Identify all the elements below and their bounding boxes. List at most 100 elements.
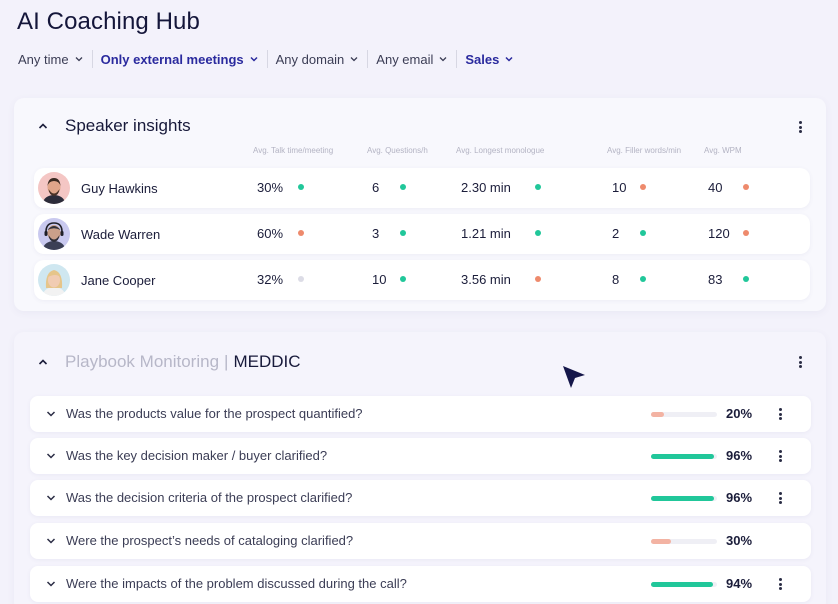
chevron-up-icon[interactable]	[36, 119, 50, 133]
speaker-insights-title: Speaker insights	[65, 116, 191, 135]
speaker-row[interactable]: Guy Hawkins 30% 6 2.30 min 10 40	[34, 168, 810, 208]
avatar	[38, 172, 70, 204]
filler-status-dot	[640, 276, 646, 282]
speaker-insights-header: Speaker insights	[36, 116, 191, 136]
monologue-value: 2.30 min	[461, 180, 511, 195]
avatar	[38, 218, 70, 250]
questions-value: 3	[372, 226, 380, 241]
chevron-down-icon[interactable]	[46, 410, 56, 418]
speaker-row[interactable]: Wade Warren 60% 3 1.21 min 2 120	[34, 214, 810, 254]
questions-value: 10	[372, 272, 387, 287]
talk-time-value: 60%	[257, 226, 284, 241]
chevron-down-icon	[350, 55, 358, 63]
chevron-down-icon	[505, 55, 513, 63]
progress-percent: 96%	[726, 490, 753, 505]
chevron-up-icon[interactable]	[36, 355, 50, 369]
progress-bar	[651, 412, 717, 417]
column-header-talk-time: Avg. Talk time/meeting	[253, 146, 334, 155]
filter-domain[interactable]: Any domain	[276, 50, 369, 68]
progress-fill	[651, 496, 715, 501]
playbook-title: Playbook Monitoring | MEDDIC	[65, 352, 301, 372]
wpm-value: 120	[708, 226, 730, 241]
filler-status-dot	[640, 184, 646, 190]
progress-fill	[651, 454, 715, 459]
question-text: Were the impacts of the problem discusse…	[66, 576, 407, 591]
kebab-menu-icon[interactable]	[796, 354, 804, 370]
questions-status-dot	[400, 184, 406, 190]
mouse-cursor-icon	[561, 364, 587, 390]
monologue-status-dot	[535, 276, 541, 282]
wpm-value: 40	[708, 180, 723, 195]
speaker-name: Wade Warren	[81, 227, 161, 242]
talk-time-value: 32%	[257, 272, 284, 287]
chevron-down-icon	[439, 55, 447, 63]
column-headers: Avg. Talk time/meeting Avg. Questions/h …	[14, 146, 826, 158]
chevron-down-icon[interactable]	[46, 452, 56, 460]
kebab-menu-icon[interactable]	[776, 490, 784, 506]
question-text: Was the products value for the prospect …	[66, 406, 363, 421]
chevron-down-icon	[75, 55, 83, 63]
question-text: Was the key decision maker / buyer clari…	[66, 448, 328, 463]
monologue-status-dot	[535, 230, 541, 236]
progress-bar	[651, 496, 717, 501]
title-separator: |	[224, 352, 229, 371]
filler-value: 10	[612, 180, 627, 195]
chevron-down-icon[interactable]	[46, 580, 56, 588]
filter-team[interactable]: Sales	[465, 50, 522, 68]
filter-time[interactable]: Any time	[18, 50, 93, 68]
progress-percent: 96%	[726, 448, 753, 463]
progress-fill	[651, 582, 714, 587]
kebab-menu-icon[interactable]	[776, 406, 784, 422]
filter-email-label: Any email	[376, 51, 434, 67]
speaker-name: Jane Cooper	[81, 273, 156, 288]
talk-time-status-dot	[298, 276, 304, 282]
playbook-question-row[interactable]: Was the key decision maker / buyer clari…	[30, 438, 811, 474]
playbook-header: Playbook Monitoring | MEDDIC	[36, 352, 301, 372]
playbook-label: Playbook Monitoring	[65, 352, 220, 371]
column-header-wpm: Avg. WPM	[704, 146, 742, 155]
wpm-value: 83	[708, 272, 723, 287]
question-text: Was the decision criteria of the prospec…	[66, 490, 353, 505]
column-header-monologue: Avg. Longest monologue	[456, 146, 545, 155]
talk-time-status-dot	[298, 230, 304, 236]
chevron-down-icon	[250, 55, 258, 63]
progress-fill	[651, 412, 665, 417]
wpm-status-dot	[743, 230, 749, 236]
filter-email[interactable]: Any email	[376, 50, 458, 68]
filter-meetings[interactable]: Only external meetings	[101, 50, 268, 68]
playbook-monitoring-card: Playbook Monitoring | MEDDIC Was the produ…	[14, 332, 826, 604]
talk-time-status-dot	[298, 184, 304, 190]
wpm-status-dot	[743, 184, 749, 190]
monologue-value: 3.56 min	[461, 272, 511, 287]
progress-percent: 20%	[726, 406, 753, 421]
kebab-menu-icon[interactable]	[796, 119, 804, 135]
progress-bar	[651, 454, 717, 459]
progress-percent: 30%	[726, 533, 753, 548]
filter-meetings-label: Only external meetings	[100, 51, 244, 67]
page-title: AI Coaching Hub	[17, 8, 200, 35]
speaker-insights-card: Speaker insights Avg. Talk time/meeting …	[14, 98, 826, 311]
filter-time-label: Any time	[18, 51, 69, 67]
questions-value: 6	[372, 180, 380, 195]
wpm-status-dot	[743, 276, 749, 282]
playbook-name[interactable]: MEDDIC	[233, 352, 300, 371]
playbook-question-row[interactable]: Were the prospect’s needs of cataloging …	[30, 523, 811, 559]
progress-fill	[651, 539, 671, 544]
playbook-question-row[interactable]: Was the products value for the prospect …	[30, 396, 811, 432]
kebab-menu-icon[interactable]	[776, 576, 784, 592]
progress-bar	[651, 539, 717, 544]
kebab-menu-icon[interactable]	[776, 448, 784, 464]
questions-status-dot	[400, 230, 406, 236]
filter-domain-label: Any domain	[275, 51, 345, 67]
speaker-row[interactable]: Jane Cooper 32% 10 3.56 min 8 83	[34, 260, 810, 300]
chevron-down-icon[interactable]	[46, 537, 56, 545]
column-header-filler: Avg. Filler words/min	[607, 146, 682, 155]
questions-status-dot	[400, 276, 406, 282]
playbook-question-row[interactable]: Were the impacts of the problem discusse…	[30, 566, 811, 602]
filter-team-label: Sales	[465, 51, 500, 67]
filler-value: 2	[612, 226, 620, 241]
chevron-down-icon[interactable]	[46, 494, 56, 502]
playbook-question-row[interactable]: Was the decision criteria of the prospec…	[30, 480, 811, 516]
filler-status-dot	[640, 230, 646, 236]
column-header-questions: Avg. Questions/h	[367, 146, 428, 155]
